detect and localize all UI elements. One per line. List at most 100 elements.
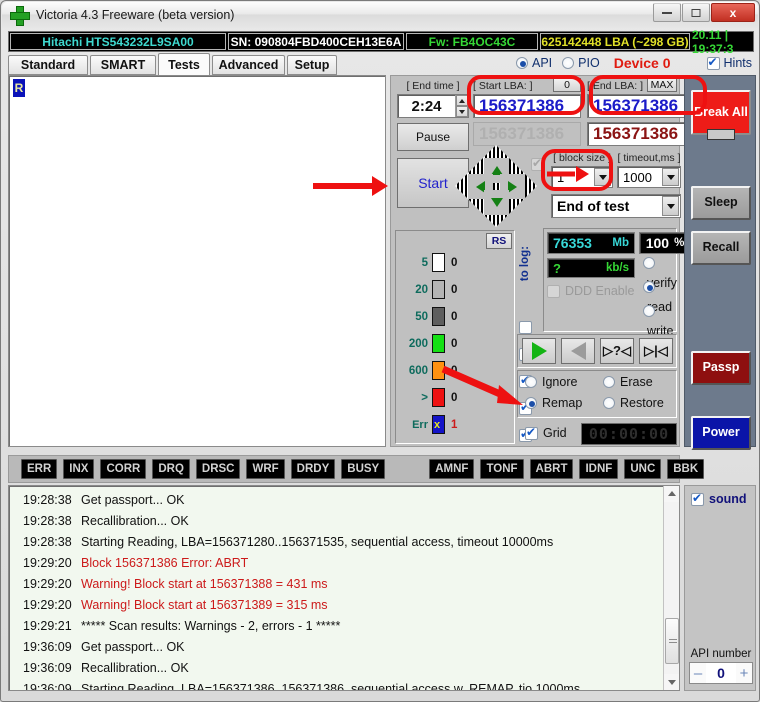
speed-value: ?: [553, 260, 561, 276]
api-number-increment[interactable]: +: [736, 663, 752, 683]
log-message: Get passport... OK: [81, 492, 185, 507]
log-time: 19:36:09: [23, 681, 72, 691]
flag-busy[interactable]: BUSY: [341, 459, 386, 479]
radio-read[interactable]: [643, 281, 655, 293]
rewind-button[interactable]: [561, 338, 595, 364]
radio-remap[interactable]: [525, 397, 537, 409]
chevron-down-icon[interactable]: [662, 196, 679, 216]
block-size-label: [ block size ]: [553, 152, 611, 164]
tab-bar: Standard SMART Tests Advanced Setup API …: [8, 53, 754, 76]
tab-setup[interactable]: Setup: [287, 55, 337, 75]
timeout-combo[interactable]: 1000: [617, 166, 681, 188]
close-button[interactable]: x: [711, 3, 755, 22]
grid-toggle[interactable]: Grid: [525, 425, 567, 440]
flag-idnf[interactable]: IDNF: [579, 459, 619, 479]
radio-write[interactable]: [643, 305, 655, 317]
tab-smart[interactable]: SMART: [90, 55, 156, 75]
title-bar: Victoria 4.3 Freeware (beta version) x: [2, 2, 758, 28]
ddd-enable-checkbox[interactable]: [547, 284, 560, 298]
start-lba-input[interactable]: 156371386: [473, 94, 581, 118]
end-time-stepper[interactable]: [455, 95, 468, 117]
navigation-dpad[interactable]: [454, 144, 538, 228]
log-time: 19:29:20: [23, 597, 72, 612]
surface-map-canvas[interactable]: R: [8, 75, 386, 447]
action-erase-option[interactable]: Erase: [603, 375, 653, 389]
radio-api[interactable]: [516, 57, 528, 69]
tab-standard[interactable]: Standard: [8, 55, 88, 75]
flag-corr[interactable]: CORR: [100, 459, 147, 479]
legend-swatch: [432, 334, 445, 353]
legend-swatch: [432, 253, 445, 272]
log-panel[interactable]: 19:28:38 Get passport... OK 19:28:38 Rec…: [8, 485, 680, 691]
flag-drsc[interactable]: DRSC: [195, 459, 241, 479]
rs-button[interactable]: RS: [486, 233, 512, 249]
hints-toggle[interactable]: Hints: [706, 55, 752, 70]
maximize-button[interactable]: [682, 3, 710, 22]
start-lba-zero-button[interactable]: 0: [553, 78, 581, 92]
flag-inx[interactable]: INX: [63, 459, 95, 479]
log-time: 19:29:20: [23, 555, 72, 570]
sleep-button[interactable]: Sleep: [691, 186, 751, 220]
seek-end-button[interactable]: ▷|◁: [639, 338, 673, 364]
radio-ignore[interactable]: [525, 376, 537, 388]
log-scrollbar[interactable]: [663, 486, 679, 690]
block-size-combo[interactable]: 1: [551, 166, 613, 188]
end-time-field[interactable]: 2:24: [397, 94, 469, 118]
nav-loop-checkbox[interactable]: [531, 156, 544, 171]
flag-amnf[interactable]: AMNF: [429, 459, 475, 479]
minimize-button[interactable]: [653, 3, 681, 22]
device-datetime: 20.11 | 19:37:3: [692, 28, 752, 56]
flag-abrt[interactable]: ABRT: [529, 459, 574, 479]
chevron-down-icon[interactable]: [594, 168, 611, 186]
recall-button[interactable]: Recall: [691, 231, 751, 265]
radio-pio[interactable]: [562, 57, 575, 69]
pause-button[interactable]: Pause: [397, 123, 469, 151]
log-row: 19:36:09 Recallibration... OK: [9, 657, 679, 678]
flag-tonf[interactable]: TONF: [480, 459, 524, 479]
end-lba-max-button[interactable]: MAX: [647, 78, 677, 92]
tab-tests[interactable]: Tests: [158, 53, 210, 76]
log-row-error: 19:29:20 Warning! Block start at 1563713…: [9, 594, 679, 615]
scroll-up-icon[interactable]: [664, 486, 679, 502]
flag-err[interactable]: ERR: [21, 459, 58, 479]
passport-button[interactable]: Passp: [691, 351, 751, 385]
api-number-decrement[interactable]: –: [690, 663, 706, 683]
sound-api-panel: sound API number – 0 +: [684, 485, 756, 691]
sound-checkbox[interactable]: [691, 491, 704, 506]
flag-drq[interactable]: DRQ: [152, 459, 190, 479]
scroll-down-icon[interactable]: [664, 674, 679, 690]
end-of-test-combo[interactable]: End of test: [551, 194, 681, 218]
play-button[interactable]: [522, 338, 556, 364]
action-sidebar: Break All Sleep Recall Passp Power: [684, 75, 756, 450]
seek-query-button[interactable]: ▷?◁: [600, 338, 634, 364]
action-remap-option[interactable]: Remap: [525, 396, 582, 410]
legend-swatch: [432, 388, 445, 407]
chevron-down-icon[interactable]: [662, 168, 679, 186]
radio-restore[interactable]: [603, 397, 615, 409]
radio-erase[interactable]: [603, 376, 615, 388]
log-row-error: 19:29:20 Block 156371386 Error: ABRT: [9, 552, 679, 573]
power-button[interactable]: Power: [691, 416, 751, 450]
hints-checkbox[interactable]: [706, 55, 720, 70]
flag-unc[interactable]: UNC: [624, 459, 662, 479]
grid-checkbox[interactable]: [525, 425, 538, 440]
sound-toggle[interactable]: sound: [691, 491, 747, 506]
flag-wrf[interactable]: WRF: [246, 459, 285, 479]
action-restore-option[interactable]: Restore: [603, 396, 664, 410]
device-serial: SN: 090804FBD400CEH13E6A: [228, 33, 404, 50]
tab-advanced[interactable]: Advanced: [212, 55, 285, 75]
action-ignore-option[interactable]: Ignore: [525, 375, 577, 389]
dpad-down[interactable]: [484, 190, 509, 215]
arrow-right-icon: [508, 180, 517, 193]
flag-bbk[interactable]: BBK: [667, 459, 705, 479]
end-lba-input[interactable]: 156371386: [587, 94, 697, 118]
api-number-stepper[interactable]: – 0 +: [689, 662, 753, 684]
flag-drdy[interactable]: DRDY: [290, 459, 336, 479]
log-row: 19:36:09 Get passport... OK: [9, 636, 679, 657]
radio-verify[interactable]: [643, 257, 655, 269]
log-time: 19:28:38: [23, 534, 72, 549]
log-checkbox-50[interactable]: [519, 321, 532, 334]
scrollbar-thumb[interactable]: [665, 618, 679, 664]
ddd-enable-toggle[interactable]: DDD Enable: [547, 284, 634, 298]
size-value: 76353: [553, 235, 592, 251]
